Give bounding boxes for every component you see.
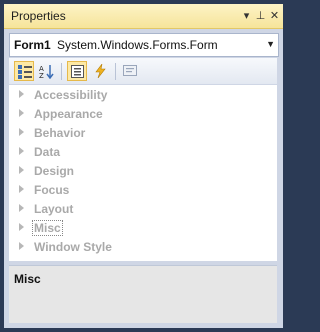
property-pages-button[interactable] <box>120 61 140 81</box>
property-grid: Accessibility Appearance Behavior Data D… <box>9 85 277 261</box>
expand-triangle-icon[interactable] <box>19 242 24 250</box>
category-label: Window Style <box>34 240 112 254</box>
category-behavior[interactable]: Behavior <box>9 124 277 143</box>
properties-view-button[interactable] <box>67 61 87 81</box>
category-label: Layout <box>34 202 74 216</box>
category-focus[interactable]: Focus <box>9 181 277 200</box>
description-pane: Misc <box>9 265 277 323</box>
svg-text:Z: Z <box>39 72 44 79</box>
toolbar-separator <box>61 63 62 80</box>
pin-icon[interactable]: ⊥ <box>254 8 267 23</box>
panel-titlebar[interactable]: Properties ▾ ⊥ ✕ <box>4 4 283 29</box>
category-label: Appearance <box>34 107 103 121</box>
category-appearance[interactable]: Appearance <box>9 105 277 124</box>
object-selector[interactable]: Form1 System.Windows.Forms.Form ▼ <box>9 33 279 57</box>
category-accessibility[interactable]: Accessibility <box>9 86 277 105</box>
properties-list-icon <box>71 65 84 78</box>
expand-triangle-icon[interactable] <box>19 109 24 117</box>
category-misc[interactable]: Misc <box>9 219 277 238</box>
expand-triangle-icon[interactable] <box>19 204 24 212</box>
object-type: System.Windows.Forms.Form <box>57 38 218 52</box>
chevron-down-icon[interactable]: ▼ <box>266 39 275 49</box>
categorized-icon <box>18 65 32 79</box>
category-design[interactable]: Design <box>9 162 277 181</box>
properties-panel: Properties ▾ ⊥ ✕ Form1 System.Windows.Fo… <box>4 4 283 328</box>
dropdown-arrow-icon[interactable]: ▾ <box>240 8 253 23</box>
lightning-bolt-icon <box>95 64 106 78</box>
category-data[interactable]: Data <box>9 143 277 162</box>
expand-triangle-icon[interactable] <box>19 147 24 155</box>
category-window-style[interactable]: Window Style <box>9 238 277 257</box>
category-label: Data <box>34 145 61 159</box>
properties-toolbar: A Z <box>9 58 277 84</box>
expand-triangle-icon[interactable] <box>19 185 24 193</box>
panel-title: Properties <box>11 9 66 23</box>
category-label: Behavior <box>34 126 86 140</box>
expand-triangle-icon[interactable] <box>19 90 24 98</box>
toolbar-separator <box>115 63 116 80</box>
expand-triangle-icon[interactable] <box>19 166 24 174</box>
property-pages-icon <box>123 65 137 76</box>
categorized-view-button[interactable] <box>14 61 34 81</box>
category-layout[interactable]: Layout <box>9 200 277 219</box>
events-view-button[interactable] <box>91 61 111 81</box>
category-label: Misc <box>32 220 63 236</box>
object-name: Form1 <box>14 38 51 52</box>
category-label: Design <box>34 164 75 178</box>
close-icon[interactable]: ✕ <box>268 8 281 23</box>
category-label: Accessibility <box>34 88 108 102</box>
expand-triangle-icon[interactable] <box>19 128 24 136</box>
expand-triangle-icon[interactable] <box>19 223 24 231</box>
alphabetical-view-button[interactable]: A Z <box>36 61 56 81</box>
alphabetical-az-icon: A Z <box>39 65 54 79</box>
description-title: Misc <box>14 272 41 286</box>
category-label: Focus <box>34 183 70 197</box>
